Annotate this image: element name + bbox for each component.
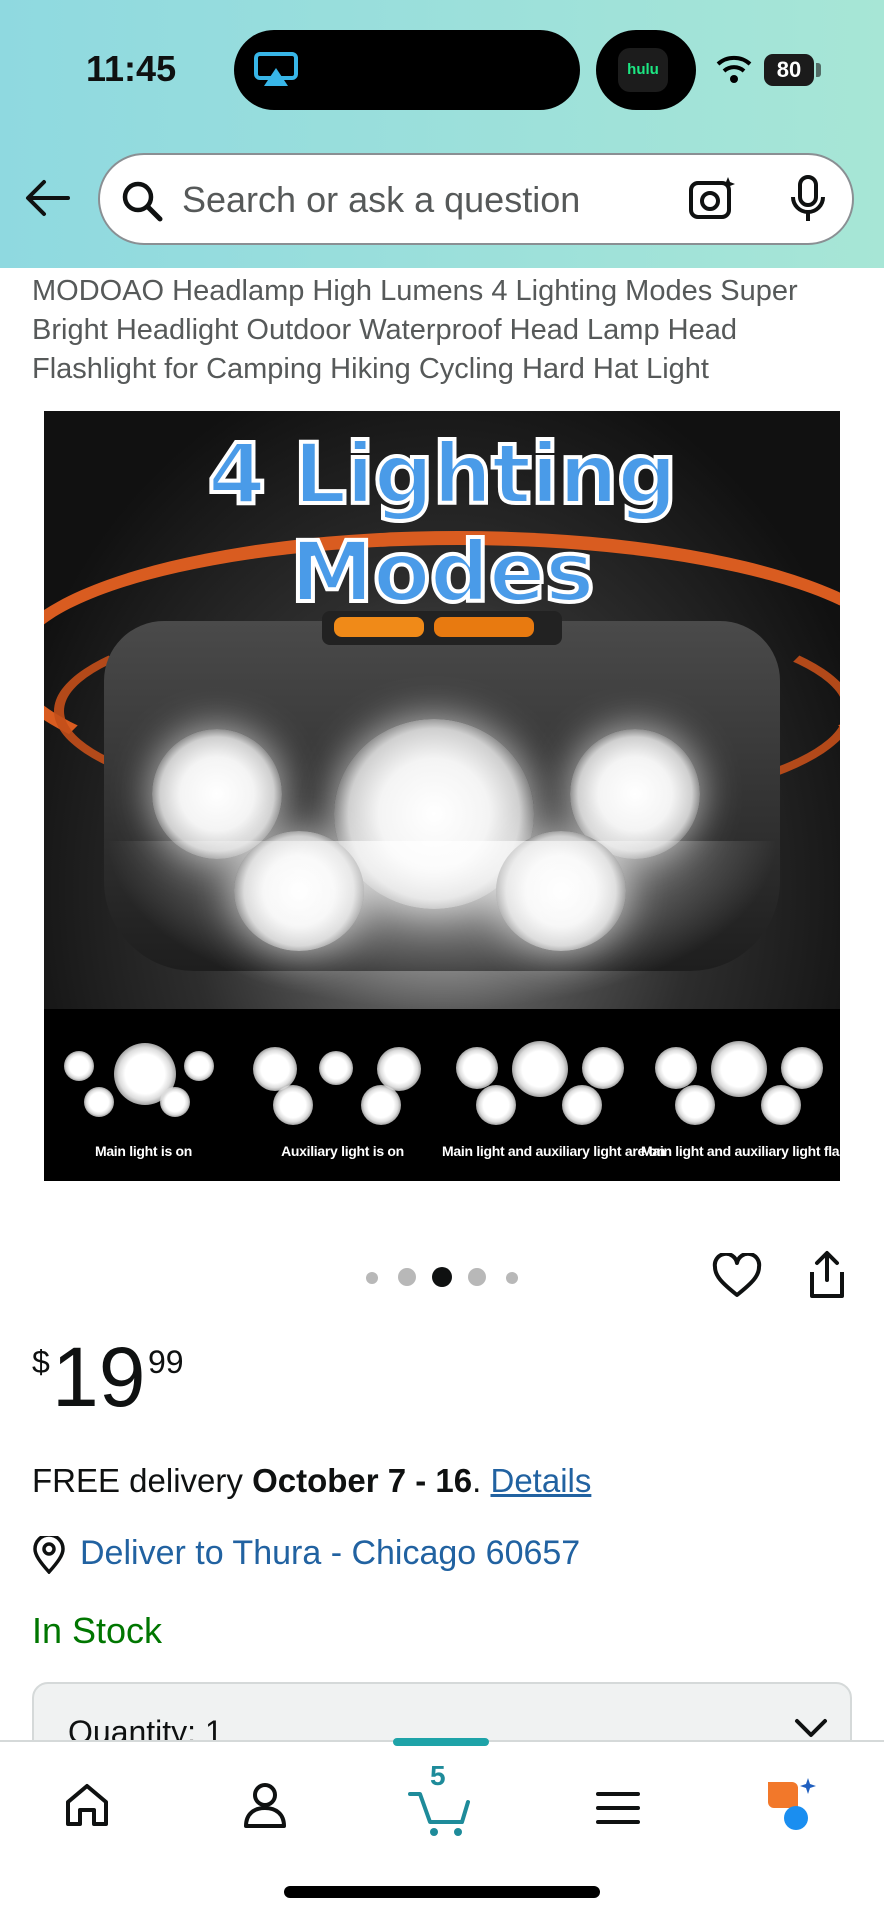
share-icon[interactable] — [806, 1250, 848, 1300]
camera-lens-icon[interactable] — [688, 175, 736, 223]
mode-thumbnail: Main light and auxiliary light flash — [641, 1009, 840, 1181]
deliver-to-text[interactable]: Deliver to Thura - Chicago 60657 — [80, 1534, 580, 1573]
thumb-light — [160, 1087, 190, 1117]
thumb-light — [273, 1085, 313, 1125]
thumb-light — [512, 1041, 568, 1097]
price-cents: 99 — [148, 1344, 184, 1380]
delivery-info: FREE delivery October 7 - 16. Details — [32, 1462, 591, 1500]
thumb-light — [476, 1085, 516, 1125]
back-arrow-icon[interactable] — [24, 178, 72, 218]
product-title[interactable]: MODOAO Headlamp High Lumens 4 Lighting M… — [32, 272, 862, 389]
active-tab-indicator — [393, 1738, 489, 1746]
thumb-light — [361, 1085, 401, 1125]
carousel-dot[interactable] — [468, 1268, 486, 1286]
mode-thumbnails: Main light is on Auxiliary light is on M… — [44, 1009, 840, 1181]
thumb-light — [711, 1041, 767, 1097]
price-currency: $ — [32, 1344, 50, 1380]
home-indicator — [284, 1886, 600, 1898]
mode-label: Main light and auxiliary light flash — [641, 1143, 840, 1159]
thumb-light — [655, 1047, 697, 1089]
delivery-details-link[interactable]: Details — [490, 1462, 591, 1499]
delivery-dates: October 7 - 16 — [252, 1462, 473, 1499]
status-time: 11:45 — [86, 48, 177, 89]
chevron-down-icon — [795, 1719, 827, 1737]
search-bar[interactable] — [98, 153, 854, 245]
thumb-light — [184, 1051, 214, 1081]
wifi-icon — [716, 55, 752, 83]
menu-icon[interactable] — [596, 1790, 640, 1826]
led-aux-top-left — [152, 729, 282, 859]
mode-thumbnail: Main light is on — [44, 1009, 243, 1181]
airplay-icon — [254, 52, 298, 86]
thumb-light — [761, 1085, 801, 1125]
mode-label: Auxiliary light is on — [281, 1143, 404, 1159]
app-header: 11:45 hulu 80 — [0, 0, 884, 268]
mode-thumbnail: Main light and auxiliary light are on — [442, 1009, 666, 1181]
thumb-light — [675, 1085, 715, 1125]
battery-indicator: 80 — [764, 54, 814, 86]
mode-thumbnail: Auxiliary light is on — [243, 1009, 442, 1181]
thumb-light — [582, 1047, 624, 1089]
mode-label: Main light is on — [94, 1143, 193, 1159]
image-headline: 4 Lighting Modes — [206, 423, 680, 623]
thumb-light — [84, 1087, 114, 1117]
carousel-dot-active[interactable] — [432, 1267, 452, 1287]
product-image[interactable]: 4 Lighting Modes Main light is on Auxili… — [44, 411, 840, 1181]
stock-status: In Stock — [32, 1610, 163, 1651]
thumb-light — [781, 1047, 823, 1089]
cart-icon[interactable] — [408, 1788, 474, 1838]
search-input[interactable] — [180, 175, 604, 225]
location-pin-icon — [33, 1536, 65, 1574]
delivery-suffix: . — [472, 1462, 491, 1499]
person-icon[interactable] — [242, 1782, 288, 1830]
home-icon[interactable] — [64, 1782, 110, 1828]
thumb-light — [562, 1085, 602, 1125]
mode-label: Main light and auxiliary light are on — [442, 1143, 666, 1159]
battery-tip — [816, 63, 821, 77]
price-dollars: 19 — [52, 1330, 146, 1424]
carousel-dot[interactable] — [366, 1272, 378, 1284]
thumb-light — [319, 1051, 353, 1085]
delivery-prefix: FREE delivery — [32, 1462, 253, 1499]
rufus-icon[interactable] — [762, 1776, 822, 1834]
light-glow — [104, 841, 780, 1011]
heart-icon[interactable] — [712, 1253, 762, 1299]
thumb-light — [456, 1047, 498, 1089]
thumb-light — [64, 1051, 94, 1081]
carousel-dot[interactable] — [506, 1272, 518, 1284]
hulu-icon: hulu — [618, 48, 668, 92]
carousel-dot[interactable] — [398, 1268, 416, 1286]
cart-count-badge: 5 — [430, 1760, 446, 1791]
microphone-icon[interactable] — [788, 175, 828, 223]
search-icon — [122, 181, 163, 222]
